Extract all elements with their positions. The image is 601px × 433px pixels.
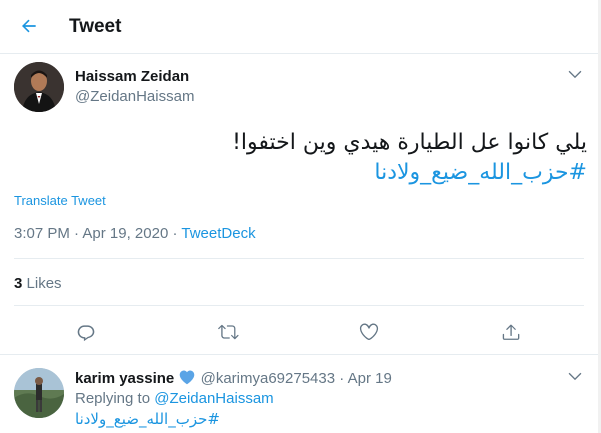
blue-heart-icon: [180, 370, 195, 385]
likes-number: 3: [14, 275, 23, 292]
arrow-left-icon: [22, 19, 36, 33]
retweet-button[interactable]: [216, 320, 240, 344]
reply-author-avatar[interactable]: [14, 368, 64, 418]
tweet-date[interactable]: Apr 19, 2020: [82, 225, 168, 242]
meta-separator: ·: [172, 225, 178, 242]
meta-separator: ·: [339, 370, 345, 387]
reply-button[interactable]: [74, 320, 98, 344]
tweet-time[interactable]: 3:07 PM: [14, 225, 70, 242]
share-button[interactable]: [499, 320, 523, 344]
share-icon: [502, 324, 520, 340]
like-button[interactable]: [357, 320, 381, 344]
likes-label: Likes: [26, 275, 62, 292]
reply-header: karim yassine @karimya69275433 · Apr 19: [75, 369, 392, 387]
reply-author-name[interactable]: karim yassine: [75, 370, 174, 387]
reply-date[interactable]: Apr 19: [348, 370, 392, 387]
tweet-source-link[interactable]: TweetDeck: [181, 225, 255, 242]
author-name[interactable]: Haissam Zeidan: [75, 68, 189, 85]
meta-separator: ·: [74, 225, 80, 242]
divider: [14, 305, 584, 306]
author-handle[interactable]: @ZeidanHaissam: [75, 88, 194, 105]
back-button[interactable]: [14, 11, 44, 41]
divider: [0, 354, 598, 355]
tweet-menu-button[interactable]: [567, 66, 583, 82]
tweet-text: يلي كانوا عل الطيارة هيدي وين اختفوا!: [232, 130, 587, 155]
retweet-icon: [217, 324, 239, 340]
likes-count-link[interactable]: 3 Likes: [14, 275, 62, 292]
comment-icon: [77, 325, 95, 342]
replying-to: Replying to @ZeidanHaissam: [75, 390, 274, 407]
translate-tweet-link[interactable]: Translate Tweet: [14, 193, 106, 208]
chevron-down-icon: [568, 372, 582, 381]
reply-menu-button[interactable]: [567, 368, 583, 384]
divider: [14, 258, 584, 259]
tweet-hashtag-link[interactable]: #حزب_الله_ضيع_ولادنا: [374, 158, 587, 187]
tweet-meta: 3:07 PM · Apr 19, 2020 · TweetDeck: [14, 225, 256, 242]
author-avatar[interactable]: [14, 62, 64, 112]
replying-to-handle-link[interactable]: @ZeidanHaissam: [154, 390, 273, 407]
heart-icon: [359, 323, 379, 340]
page-title: Tweet: [69, 16, 122, 37]
replying-to-prefix: Replying to: [75, 390, 155, 407]
reply-author-handle[interactable]: @karimya69275433: [201, 370, 335, 387]
reply-hashtag-link[interactable]: #حزب_الله_ضيع_ولادنا: [75, 410, 220, 428]
chevron-down-icon: [568, 70, 582, 79]
